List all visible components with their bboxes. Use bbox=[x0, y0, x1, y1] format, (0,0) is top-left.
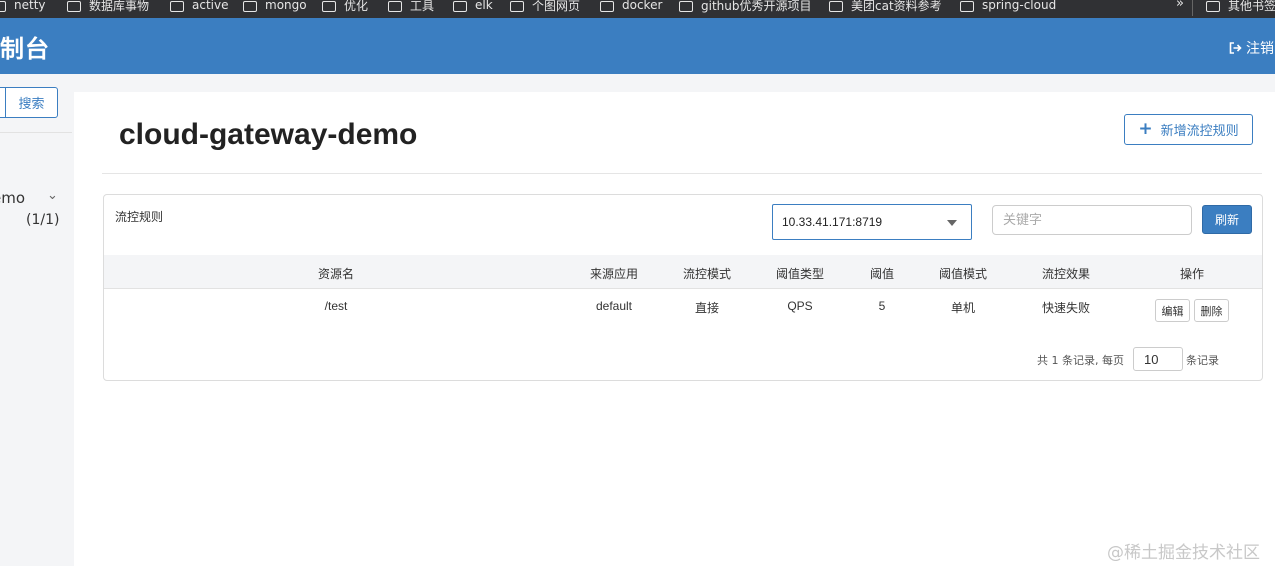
logout-button[interactable]: 注销 bbox=[1228, 38, 1274, 58]
bookmark-meituan-cat[interactable]: 美团cat资料参考 bbox=[829, 0, 942, 18]
cell-threshold-type: QPS bbox=[787, 299, 813, 313]
flow-rules-panel: 流控规则 10.33.41.171:8719 刷新 资源名 来源应用 流控模式 … bbox=[103, 194, 1263, 381]
plus-icon: + bbox=[1138, 119, 1153, 139]
bookmark-db-transaction[interactable]: 数据库事物 bbox=[67, 0, 149, 18]
folder-icon bbox=[453, 0, 467, 12]
folder-icon bbox=[67, 0, 81, 12]
bookmarks-bar: netty 数据库事物 active mongo 优化 工具 elk 个图网页 … bbox=[0, 0, 1275, 18]
delete-button[interactable]: 删除 bbox=[1194, 299, 1229, 322]
folder-icon bbox=[829, 0, 843, 12]
folder-icon bbox=[1206, 0, 1220, 12]
chevron-down-icon[interactable]: ⌄ bbox=[47, 188, 58, 203]
dropdown-caret-icon bbox=[947, 220, 957, 226]
bookmark-tools[interactable]: 工具 bbox=[388, 0, 434, 18]
logout-icon bbox=[1229, 42, 1242, 54]
sidebar-app-count: (1/1) bbox=[26, 212, 60, 228]
cell-origin: default bbox=[595, 299, 633, 313]
top-header: 制台 注销 bbox=[0, 18, 1275, 74]
machine-select-value: 10.33.41.171:8719 bbox=[782, 215, 883, 229]
bookmark-active[interactable]: active bbox=[170, 0, 228, 18]
bookmarks-divider bbox=[1192, 0, 1193, 16]
col-effect: 流控效果 bbox=[1041, 267, 1091, 281]
cell-threshold: 5 bbox=[878, 299, 886, 313]
folder-icon bbox=[510, 0, 524, 12]
col-threshold: 阈值 bbox=[869, 267, 895, 281]
folder-icon bbox=[960, 0, 974, 12]
pagination-suffix: 条记录 bbox=[1186, 354, 1219, 367]
pagination-summary: 共 1 条记录, 每页 bbox=[1037, 354, 1124, 367]
bookmark-netty[interactable]: netty bbox=[0, 0, 46, 18]
keyword-search-input[interactable] bbox=[992, 205, 1192, 235]
add-flow-rule-button[interactable]: + 新增流控规则 bbox=[1124, 114, 1253, 145]
add-flow-rule-label: 新增流控规则 bbox=[1160, 124, 1239, 139]
bookmark-spring-cloud[interactable]: spring-cloud bbox=[960, 0, 1056, 18]
cell-effect: 快速失败 bbox=[1041, 301, 1091, 315]
cell-resource: /test bbox=[324, 299, 348, 313]
folder-icon bbox=[322, 0, 336, 12]
bookmark-github[interactable]: github优秀开源项目 bbox=[679, 0, 812, 18]
bookmark-web[interactable]: 个图网页 bbox=[510, 0, 580, 18]
edit-button[interactable]: 编辑 bbox=[1155, 299, 1190, 322]
folder-icon bbox=[679, 0, 693, 12]
watermark: @稀土掘金技术社区 bbox=[1107, 543, 1260, 563]
col-threshold-type: 阈值类型 bbox=[775, 267, 825, 281]
sidebar-app-name[interactable]: emo bbox=[0, 189, 25, 207]
folder-icon bbox=[170, 0, 184, 12]
col-threshold-mode: 阈值模式 bbox=[938, 267, 988, 281]
page-size-input[interactable]: 10 bbox=[1133, 347, 1183, 371]
table-header: 资源名 来源应用 流控模式 阈值类型 阈值 阈值模式 流控效果 操作 bbox=[104, 255, 1262, 289]
machine-select[interactable]: 10.33.41.171:8719 bbox=[772, 204, 972, 240]
folder-icon bbox=[600, 0, 614, 12]
folder-icon bbox=[0, 0, 6, 12]
bookmark-other[interactable]: 其他书签 bbox=[1206, 0, 1275, 18]
folder-icon bbox=[388, 0, 402, 12]
bookmarks-overflow-button[interactable]: » bbox=[1176, 0, 1184, 11]
panel-title: 流控规则 bbox=[115, 210, 164, 224]
bookmark-elk[interactable]: elk bbox=[453, 0, 493, 18]
logout-label: 注销 bbox=[1246, 41, 1274, 57]
col-resource: 资源名 bbox=[317, 267, 355, 281]
bookmark-docker[interactable]: docker bbox=[600, 0, 662, 18]
page-title: cloud-gateway-demo bbox=[119, 118, 418, 151]
cell-mode: 直接 bbox=[694, 301, 720, 315]
cell-threshold-mode: 单机 bbox=[950, 301, 976, 315]
col-mode: 流控模式 bbox=[682, 267, 732, 281]
refresh-button[interactable]: 刷新 bbox=[1202, 205, 1252, 234]
col-actions: 操作 bbox=[1179, 267, 1205, 281]
bookmark-optimize[interactable]: 优化 bbox=[322, 0, 368, 18]
app-title: 制台 bbox=[0, 35, 50, 63]
title-divider bbox=[102, 173, 1262, 174]
search-button[interactable]: 搜索 bbox=[5, 87, 58, 118]
col-origin: 来源应用 bbox=[589, 267, 639, 281]
folder-icon bbox=[243, 0, 257, 12]
main-content: cloud-gateway-demo + 新增流控规则 流控规则 10.33.4… bbox=[74, 92, 1275, 566]
sidebar-divider bbox=[0, 132, 72, 133]
bookmark-mongo[interactable]: mongo bbox=[243, 0, 307, 18]
sidebar: 搜索 emo ⌄ (1/1) bbox=[0, 74, 72, 566]
